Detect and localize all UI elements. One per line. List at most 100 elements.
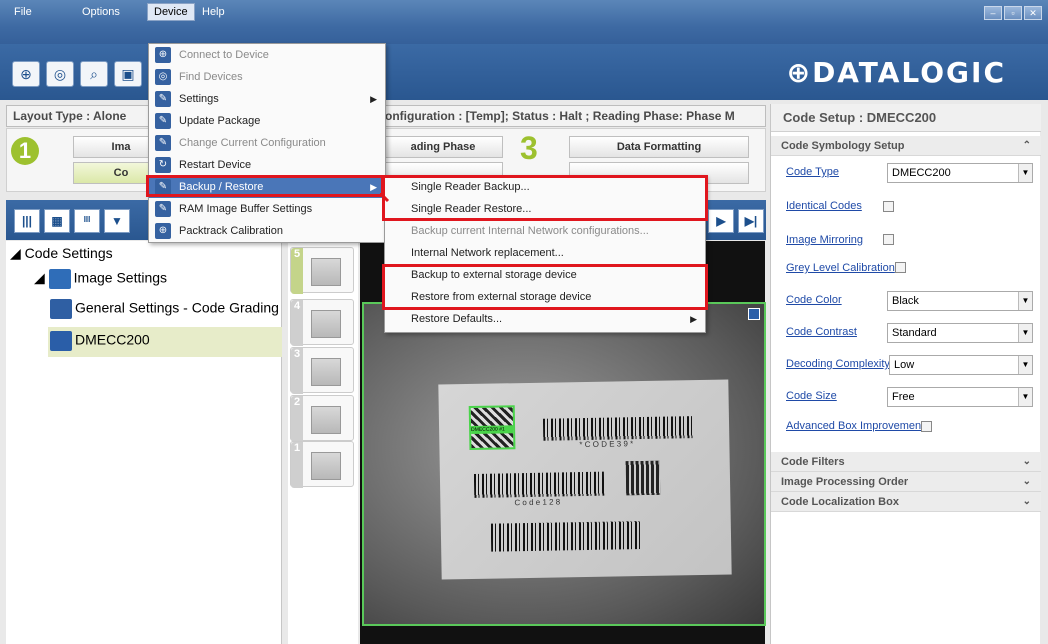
tree-node-dmecc200[interactable]: DMECC200 — [50, 331, 150, 351]
highlight-box-external-storage — [382, 264, 708, 310]
image-history-strip: 5 4 3 2 1 — [288, 241, 358, 644]
step-forward-icon[interactable]: ▶| — [738, 209, 764, 233]
menu-item-find-devices[interactable]: ◎ Find Devices — [149, 66, 385, 88]
code128-barcode — [473, 471, 605, 498]
chevron-down-icon: ▼ — [1018, 388, 1032, 406]
identical-codes-label[interactable]: Identical Codes — [786, 200, 862, 212]
search-device-icon[interactable]: ⌕ — [80, 61, 108, 87]
configuration-status-text: onfiguration : [Temp]; Status : Halt ; R… — [385, 109, 735, 123]
qr-code — [625, 460, 661, 496]
menu-item-restore-defaults[interactable]: Restore Defaults... ▶ — [385, 308, 705, 330]
image-icon — [48, 269, 71, 289]
section-code-filters[interactable]: Code Filters ⌄ — [771, 452, 1041, 472]
datamatrix-node-icon — [50, 331, 72, 351]
code-size-label[interactable]: Code Size — [786, 390, 837, 402]
barcode-label: DMECC200 #1 * C O D E 3 9 * C o d e 1 2 … — [438, 379, 732, 580]
menu-item-restart-device[interactable]: ↻ Restart Device — [149, 154, 385, 176]
thumbnail[interactable]: 2 — [290, 395, 354, 442]
menu-item-backup-internal-network[interactable]: Backup current Internal Network configur… — [385, 220, 705, 242]
menu-item-update-package[interactable]: ✎ Update Package — [149, 110, 385, 132]
filter-icon[interactable]: ▼ — [104, 209, 130, 233]
menu-device[interactable]: Device — [147, 3, 195, 21]
thumbnail[interactable]: 5 — [290, 247, 354, 294]
decoding-complexity-select[interactable]: Low ▼ — [889, 355, 1033, 375]
connect-icon: ⊕ — [155, 47, 171, 63]
tree-node-code-settings[interactable]: ◢ Code Settings — [10, 245, 113, 262]
device-menu: ⊕ Connect to Device ◎ Find Devices ✎ Settin… — [148, 43, 386, 243]
code-contrast-label[interactable]: Code Contrast — [786, 326, 857, 338]
code-setup-panel: Code Setup : DMECC200 Code Symbology Set… — [770, 104, 1041, 644]
postal-code-icon[interactable]: ᴵᴵᴵ — [74, 209, 100, 233]
code39-barcode — [542, 416, 694, 441]
grey-level-checkbox[interactable] — [895, 262, 906, 273]
code-color-label[interactable]: Code Color — [786, 294, 842, 306]
code-contrast-select[interactable]: Standard ▼ — [887, 323, 1033, 343]
code-color-select[interactable]: Black ▼ — [887, 291, 1033, 311]
settings-tree: ◢ Code Settings ◢ Image Settings General… — [6, 241, 282, 644]
layout-type-text: Layout Type : Alone — [13, 109, 127, 123]
chevron-down-icon: ▼ — [1018, 324, 1032, 342]
window-controls: – ▫ ✕ — [984, 6, 1042, 20]
tree-node-image-settings[interactable]: ◢ Image Settings — [34, 269, 167, 289]
find-device-icon[interactable]: ◎ — [46, 61, 74, 87]
thumbnail[interactable]: 3 — [290, 347, 354, 394]
decoding-complexity-label[interactable]: Decoding Complexity — [786, 358, 890, 370]
reading-phase-button[interactable]: ading Phase — [383, 136, 503, 158]
data-formatting-button[interactable]: Data Formatting — [569, 136, 749, 158]
tree-node-general-settings[interactable]: General Settings - Code Grading — [50, 299, 279, 319]
section-code-symbology[interactable]: Code Symbology Setup ⌃ — [771, 136, 1041, 156]
menu-item-settings[interactable]: ✎ Settings ▶ — [149, 88, 385, 110]
menu-bar: File Options Device Help – ▫ ✕ — [0, 0, 1048, 44]
menu-options[interactable]: Options — [76, 4, 126, 20]
minimize-icon[interactable]: – — [984, 6, 1002, 20]
advanced-box-checkbox[interactable] — [921, 421, 932, 432]
chevron-up-icon: ⌃ — [1022, 140, 1031, 151]
maximize-icon[interactable]: ▫ — [1004, 6, 1022, 20]
barcode-icon[interactable]: ||| — [14, 209, 40, 233]
menu-item-internal-network-replacement[interactable]: Internal Network replacement... — [385, 242, 705, 264]
pdf417-barcode — [490, 521, 642, 552]
menu-item-connect[interactable]: ⊕ Connect to Device — [149, 44, 385, 66]
phase-1-icon: 1 — [11, 137, 39, 165]
thumbnail[interactable]: 1 — [290, 441, 354, 488]
app-window: File Options Device Help – ▫ ✕ ⊕ ◎ ⌕ ▣ ⊕… — [0, 0, 1048, 644]
thumbnail[interactable]: 4 — [290, 299, 354, 346]
device-icon[interactable]: ▣ — [114, 61, 142, 87]
wrench-icon: ✎ — [155, 201, 171, 217]
menu-file[interactable]: File — [8, 4, 38, 20]
grey-level-label[interactable]: Grey Level Calibration — [786, 262, 895, 274]
chevron-down-icon: ▼ — [1018, 356, 1032, 374]
panel-title: Code Setup : DMECC200 — [771, 104, 1041, 132]
datamatrix-icon[interactable]: ▦ — [44, 209, 70, 233]
image-mirroring-checkbox[interactable] — [883, 234, 894, 245]
layout-status-bar: Layout Type : Alone onfiguration : [Temp… — [6, 105, 766, 127]
callout-connector — [380, 193, 390, 203]
connect-icon[interactable]: ⊕ — [12, 61, 40, 87]
section-image-processing-order[interactable]: Image Processing Order ⌄ — [771, 472, 1041, 492]
datalogic-logo: ⊕DATALOGIC — [786, 56, 1006, 89]
wrench-icon: ✎ — [155, 113, 171, 129]
wrench-icon: ✎ — [155, 135, 171, 151]
chevron-down-icon: ⌄ — [1022, 496, 1031, 507]
chevron-down-icon: ▼ — [1018, 164, 1032, 182]
code-size-select[interactable]: Free ▼ — [887, 387, 1033, 407]
wrench-icon — [50, 299, 72, 319]
highlight-box-backup-restore — [146, 175, 384, 197]
play-icon[interactable]: ▶ — [708, 209, 734, 233]
image-mirroring-label[interactable]: Image Mirroring — [786, 234, 863, 246]
wrench-icon: ✎ — [155, 91, 171, 107]
datamatrix-code: DMECC200 #1 — [468, 405, 516, 451]
close-icon[interactable]: ✕ — [1024, 6, 1042, 20]
identical-codes-checkbox[interactable] — [883, 201, 894, 212]
code-marker-icon — [748, 308, 760, 320]
highlight-box-single-reader — [382, 175, 708, 221]
menu-item-packtrack-calibration[interactable]: ⊕ Packtrack Calibration — [149, 220, 385, 242]
menu-item-ram-image-buffer[interactable]: ✎ RAM Image Buffer Settings — [149, 198, 385, 220]
menu-item-change-configuration[interactable]: ✎ Change Current Configuration — [149, 132, 385, 154]
section-code-localization-box[interactable]: Code Localization Box ⌄ — [771, 492, 1041, 512]
advanced-box-label[interactable]: Advanced Box Improvement — [786, 420, 924, 432]
code-type-label[interactable]: Code Type — [786, 166, 839, 178]
menu-help[interactable]: Help — [196, 4, 231, 20]
code-type-select[interactable]: DMECC200 ▼ — [887, 163, 1033, 183]
target-icon: ⊕ — [155, 223, 171, 239]
